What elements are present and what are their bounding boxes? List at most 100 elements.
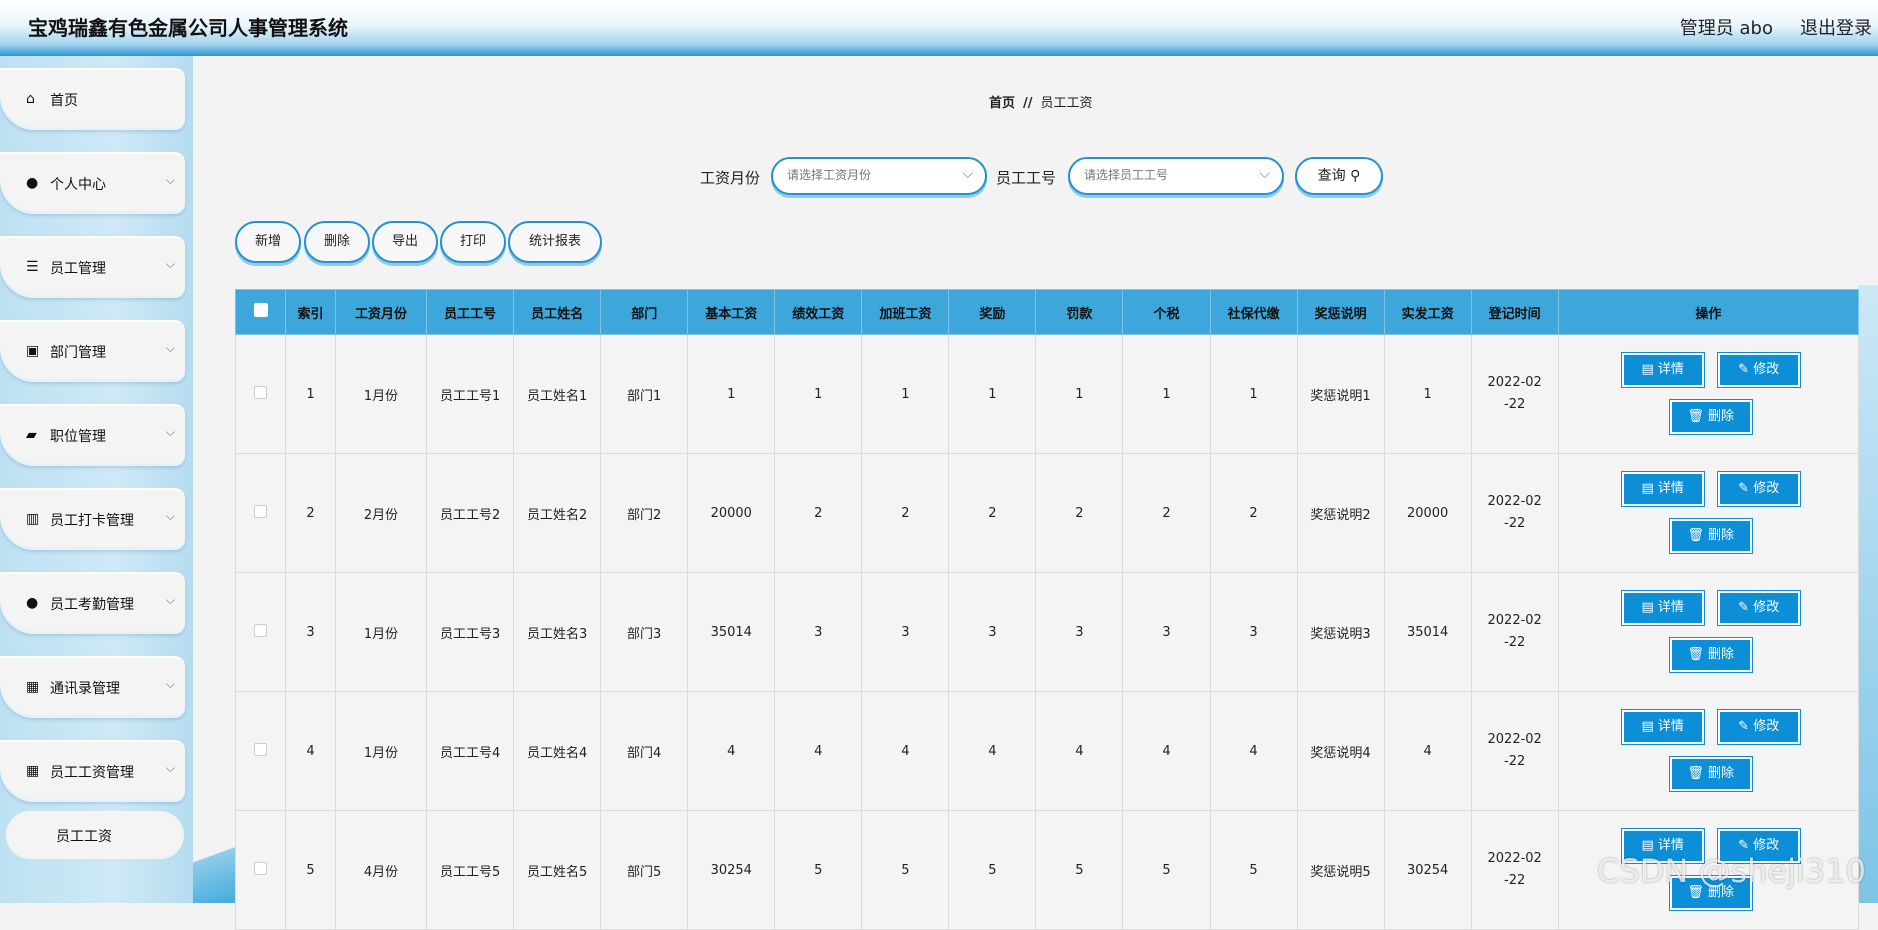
sidebar-item-5[interactable]: ▰ 职位管理 ⌵ [0, 404, 185, 466]
row-checkbox[interactable] [254, 504, 267, 518]
sidebar-item-4[interactable]: ▣ 部门管理 ⌵ [0, 320, 185, 382]
breadcrumb-current: 员工工资 [1040, 96, 1093, 111]
app-title: 宝鸡瑞鑫有色金属公司人事管理系统 [28, 16, 348, 40]
edit-button[interactable]: ✎ 修改 [1716, 471, 1801, 507]
delete-button[interactable]: 🗑 删除 [1668, 399, 1753, 435]
sidebar-item-label: 首页 [50, 93, 78, 109]
table-cell: 2 [1035, 453, 1124, 573]
table-cell: 奖惩说明5 [1296, 810, 1385, 930]
batch-delete-button[interactable]: 删除 [304, 221, 370, 263]
sidebar-item-3[interactable]: ☰ 员工管理 ⌵ [0, 236, 185, 298]
table-cell: 4 [1122, 691, 1211, 811]
sidebar-item-8[interactable]: ▦ 通讯录管理 ⌵ [0, 656, 185, 718]
table-cell: 1 [1122, 334, 1211, 454]
chevron-down-icon: ⌵ [165, 593, 175, 607]
column-header: 索引 [285, 289, 337, 335]
table-cell: 奖惩说明1 [1296, 334, 1385, 454]
month-select[interactable]: ⌵ [771, 157, 987, 195]
column-header: 加班工资 [861, 289, 950, 335]
delete-button[interactable]: 🗑 删除 [1668, 756, 1753, 792]
column-header: 奖励 [948, 289, 1037, 335]
table-cell: 1 [948, 334, 1037, 454]
clipboard-icon: ▣ [26, 343, 40, 359]
chevron-down-icon: ⌵ [1259, 166, 1270, 182]
export-button[interactable]: 导出 [372, 221, 438, 263]
table-cell: 5 [1209, 810, 1298, 930]
table-cell: 3 [774, 572, 863, 692]
edit-button[interactable]: ✎ 修改 [1716, 352, 1801, 388]
table-cell: 20000 [687, 453, 776, 573]
decorative-wave-right [1858, 285, 1878, 903]
sidebar-item-6[interactable]: ▥ 员工打卡管理 ⌵ [0, 488, 185, 550]
table-cell: 奖惩说明2 [1296, 453, 1385, 573]
sidebar-item-label: 员工工资管理 [50, 765, 134, 781]
logout-link[interactable]: 退出登录 [1800, 14, 1872, 40]
empno-input[interactable] [1082, 167, 1246, 183]
edit-button[interactable]: ✎ 修改 [1716, 709, 1801, 745]
detail-button[interactable]: ▤ 详情 [1620, 590, 1705, 626]
grid-icon: ▦ [26, 679, 40, 695]
print-button[interactable]: 打印 [440, 221, 506, 263]
table-header-row: 索引 工资月份 员工工号 员工姓名 部门 基本工资 绩效工资 加班工资 奖励 罚款 个税 社保代缴 奖惩… [234, 289, 1860, 335]
column-header: 罚款 [1035, 289, 1124, 335]
sidebar-item-label: 通讯录管理 [50, 681, 120, 697]
table-cell: 5 [1035, 810, 1124, 930]
row-actions: ▤ 详情 ✎ 修改 🗑 删除 [1560, 336, 1857, 452]
table-cell: 4 [285, 691, 337, 811]
table-cell: 5 [948, 810, 1037, 930]
sidebar-item-9[interactable]: ▦ 员工工资管理 ⌵ [0, 740, 185, 802]
sidebar-item-1[interactable]: ⌂ 首页 [0, 68, 185, 130]
table-cell: 5 [1122, 810, 1211, 930]
column-header: 登记时间 [1470, 289, 1559, 335]
chevron-down-icon: ⌵ [165, 425, 175, 439]
delete-button[interactable]: 🗑 删除 [1668, 637, 1753, 673]
column-header: 员工姓名 [513, 289, 602, 335]
row-checkbox[interactable] [254, 861, 267, 875]
detail-button[interactable]: ▤ 详情 [1620, 709, 1705, 745]
breadcrumb: 首页 // 员工工资 [989, 92, 1093, 111]
table-cell: 1 [861, 334, 950, 454]
sidebar-item-2[interactable]: ● 个人中心 ⌵ [0, 152, 185, 214]
table-cell: 2 [1122, 453, 1211, 573]
edit-button[interactable]: ✎ 修改 [1716, 590, 1801, 626]
table-cell: 2 [948, 453, 1037, 573]
report-button[interactable]: 统计报表 [508, 221, 602, 263]
table-cell: 员工姓名2 [513, 453, 602, 573]
month-input[interactable] [785, 167, 949, 183]
table-cell: 2022-02-22 [1470, 810, 1559, 930]
table-cell: 2022-02-22 [1470, 691, 1559, 811]
table-cell: 2 [285, 453, 337, 573]
table-cell: 4月份 [335, 810, 428, 930]
sidebar-item-label: 部门管理 [50, 345, 106, 361]
sidebar-item-label: 职位管理 [50, 429, 106, 445]
table-cell: 2022-02-22 [1470, 334, 1559, 454]
top-bar: 宝鸡瑞鑫有色金属公司人事管理系统 管理员 abo 退出登录 [0, 0, 1878, 56]
table-row: 1 1月份 员工工号1 员工姓名1 部门1 1 1 1 1 1 1 1 奖惩说明1 1 2022-02-22… [234, 334, 1860, 454]
chevron-down-icon: ⌵ [165, 257, 175, 271]
detail-button[interactable]: ▤ 详情 [1620, 471, 1705, 507]
table-cell: 3 [948, 572, 1037, 692]
sidebar-subitem-salary[interactable]: 员工工资 [6, 811, 184, 859]
row-checkbox[interactable] [254, 623, 267, 637]
row-actions-cell: ▤ 详情 ✎ 修改 🗑 删除 [1557, 572, 1860, 692]
breadcrumb-home[interactable]: 首页 [989, 96, 1015, 111]
empno-select[interactable]: ⌵ [1068, 157, 1284, 195]
add-button[interactable]: 新增 [235, 221, 301, 263]
sidebar: ⌂ 首页 ● 个人中心 ⌵ ☰ 员工管理 ⌵ ▣ 部门管理 ⌵ ▰ 职位管理 ⌵ ▥ 员工打卡管理 ⌵ ● 员工考勤… [0, 56, 193, 903]
table-cell: 4 [1209, 691, 1298, 811]
row-checkbox[interactable] [254, 742, 267, 756]
column-header: 基本工资 [687, 289, 776, 335]
table-cell: 员工工号5 [426, 810, 515, 930]
column-header: 部门 [600, 289, 689, 335]
user-icon: ● [26, 175, 39, 191]
select-all-checkbox[interactable] [253, 303, 268, 317]
table-cell: 2 [1209, 453, 1298, 573]
column-header: 个税 [1122, 289, 1211, 335]
query-button[interactable]: 查询 ⚲ [1295, 157, 1383, 195]
table-cell: 1 [1383, 334, 1472, 454]
delete-button[interactable]: 🗑 删除 [1668, 518, 1753, 554]
row-checkbox[interactable] [254, 385, 267, 399]
sidebar-item-7[interactable]: ● 员工考勤管理 ⌵ [0, 572, 185, 634]
detail-button[interactable]: ▤ 详情 [1620, 352, 1705, 388]
column-header: 奖惩说明 [1296, 289, 1385, 335]
